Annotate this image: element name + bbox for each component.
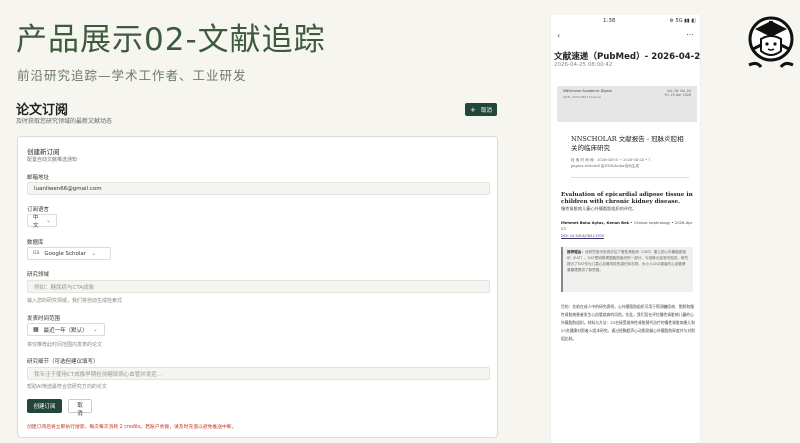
- cancel-button[interactable]: 取消: [68, 399, 92, 417]
- digest-date: 2026-04-25 08:00:42: [554, 62, 613, 68]
- signal-battery-icon: ⚙ 5G ▮▮ ◧: [669, 18, 696, 24]
- hero-title: 产品展示02-文献追踪: [16, 22, 326, 58]
- phone-preview: 1:38 ⚙ 5G ▮▮ ◧ ‹ ⋯ 文献速递（PubMed）- 2026-04…: [550, 15, 701, 443]
- banner-title: NNScholar Academic Digest: [563, 89, 612, 93]
- recommendation-label: 推荐理由：: [567, 250, 585, 254]
- range-label: 发表时间范围: [27, 316, 61, 322]
- database-value: Google Scholar: [44, 250, 87, 257]
- email-value: luanliwen66@gmail.com: [34, 185, 102, 192]
- language-value: 中文: [33, 214, 39, 229]
- phone-status-bar: 1:38 ⚙ 5G ▮▮ ◧: [551, 17, 700, 27]
- banner-volume: Vol. 26, No. 04 Fri, 25 Apr 2026: [664, 89, 691, 97]
- calendar-icon: ▦: [33, 326, 39, 333]
- report-meta-2: papers selected 由NNScholar自动生成: [571, 164, 640, 168]
- research-field-input[interactable]: 例如：糖尿病与CTA成像: [27, 280, 490, 293]
- article-doi-link[interactable]: DOI: 10.5414/CN111703: [561, 234, 604, 238]
- field-label: 研究领域: [27, 272, 50, 278]
- language-select[interactable]: 中文 ⌄: [27, 214, 57, 229]
- date-range-select[interactable]: ▦ 最近一年（默认） ⌄: [27, 323, 105, 336]
- article-authors: Mehmet Baha Aytac, Kenan Bek • Clinical …: [561, 220, 695, 231]
- detail-help: 帮助AI筛选最符合您研究方向的论文: [27, 384, 107, 390]
- form-heading: 创建新订阅: [27, 148, 60, 156]
- research-field-placeholder: 例如：糖尿病与CTA成像: [34, 284, 95, 291]
- database-label: 数据库: [27, 240, 44, 246]
- banner-issn: ISSN: 2970-0847 (Online): [563, 95, 602, 99]
- research-detail-placeholder: 我专注于使用CT成像早期检测糖尿病心血管并发症...: [34, 371, 162, 378]
- more-icon[interactable]: ⋯: [686, 30, 694, 39]
- chevron-down-icon: ⌄: [92, 326, 98, 333]
- range-value: 最近一年（默认）: [43, 327, 88, 334]
- article-title: Evaluation of epicardial adipose tissue …: [561, 192, 693, 206]
- range-help: 将仅推荐此时间范围内发表的论文: [27, 342, 103, 348]
- chevron-down-icon: ⌄: [91, 250, 97, 257]
- authors-names: Mehmet Baha Aytac, Kenan Bek: [561, 220, 630, 225]
- recommendation-text: 该研究首次系统评估了慢性肾脏病（CKD）患儿的心外膜脂肪组织（EAT）。EAT是…: [567, 250, 689, 272]
- hero-subtitle: 前沿研究追踪—学术工作者、工业研发: [17, 68, 247, 83]
- back-icon[interactable]: ‹: [557, 31, 560, 40]
- phone-time: 1:38: [603, 18, 616, 24]
- email-field[interactable]: luanliwen66@gmail.com: [27, 182, 490, 195]
- digest-title: 文献速递（PubMed）- 2026-04-25: [554, 52, 701, 62]
- mascot-logo-icon: [748, 16, 794, 68]
- create-subscription-form: 创建新订阅 配置自动文献推送通知 邮箱地址 luanliwen66@gmail.…: [17, 136, 498, 438]
- field-help: 输入您的研究领域，我们将自动生成检索式: [27, 298, 123, 304]
- email-label: 邮箱地址: [27, 175, 50, 181]
- database-select[interactable]: GS Google Scholar ⌄: [27, 247, 111, 260]
- form-heading-sub: 配置自动文献推送通知: [27, 157, 78, 163]
- article-title-cn: 慢性肾脏病儿童心外膜脂肪组织的评估。: [561, 206, 637, 211]
- report-title: NNSCHOLAR 文献报告 - 冠脉炎腔相关的临床研究: [571, 135, 684, 152]
- digest-banner: NNScholar Academic Digest ISSN: 2970-084…: [557, 86, 697, 122]
- section-description: 及时获取您研究领域的最新文献动态: [16, 118, 113, 125]
- article-abstract: 目的：先前在成人中的研究表明，心外膜脂肪组织可用于预测糖尿病、肥胖和慢性肾脏病患…: [561, 304, 695, 341]
- detail-label: 研究细节（可选但建议填写）: [27, 359, 99, 365]
- recommendation-box: 推荐理由：该研究首次系统评估了慢性肾脏病（CKD）患儿的心外膜脂肪组织（EAT）…: [561, 247, 693, 292]
- google-scholar-icon: GS: [33, 251, 40, 256]
- plus-icon: +: [470, 105, 476, 114]
- divider: [571, 177, 689, 178]
- toggle-form-cancel-button[interactable]: + 取消: [465, 103, 497, 116]
- cancel-label: 取消: [480, 107, 492, 114]
- form-footnote: 创建订阅后将立即执行搜索。每次每次消耗 2 credits。若账户余额，请及时充…: [27, 425, 237, 430]
- research-detail-textarea[interactable]: 我专注于使用CT成像早期检测糖尿病心血管并发症...: [27, 367, 490, 380]
- create-subscription-button[interactable]: 创建订阅: [27, 399, 62, 413]
- report-meta: 检 索 时 间 段：2026-04-05 → 2026-04-24 • 7: [571, 158, 651, 162]
- chevron-down-icon: ⌄: [45, 217, 51, 224]
